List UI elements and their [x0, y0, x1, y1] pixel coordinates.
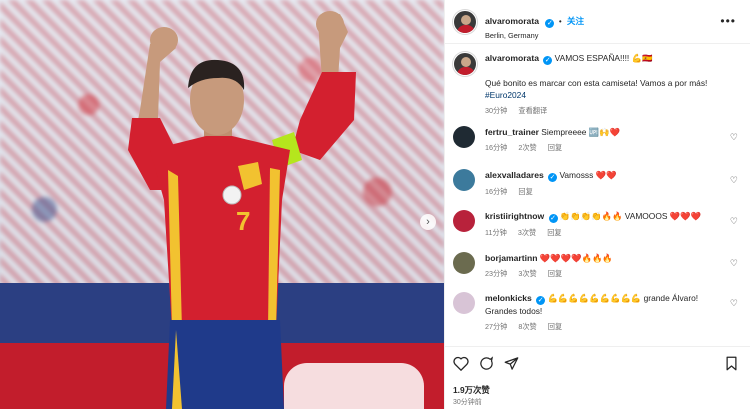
- comment-username[interactable]: borjamartinn: [485, 253, 538, 263]
- comment-avatar[interactable]: [453, 252, 475, 274]
- comment-item: alexvalladares ✓ Vamosss ❤️❤️ 16分钟 回复 ♡: [453, 169, 738, 203]
- comment-text: Siempreeee 🆙🙌❤️: [541, 127, 621, 137]
- verified-icon: ✓: [548, 173, 558, 182]
- send-icon: [504, 357, 519, 370]
- more-icon: •••: [720, 14, 736, 28]
- comment-like-button[interactable]: ♡: [730, 175, 738, 186]
- reply-button[interactable]: 回复: [518, 187, 532, 196]
- player-figure: [128, 11, 356, 409]
- comment-time: 23分钟: [485, 269, 508, 278]
- caption-username[interactable]: alvaromorata: [485, 53, 539, 63]
- reply-button[interactable]: 回复: [548, 269, 562, 278]
- see-translation-button[interactable]: 查看翻译: [518, 106, 547, 115]
- post-side-panel: alvaromorata ✓ • 关注 Berlin, Germany ••• …: [444, 0, 750, 409]
- comment-text: ❤️❤️❤️❤️🔥🔥🔥: [539, 253, 613, 263]
- heart-icon: ♡: [729, 258, 738, 268]
- comment-likes[interactable]: 3次赞: [518, 228, 536, 237]
- comment-time: 11分钟: [485, 228, 507, 237]
- caption-headline: VAMOS ESPAÑA!!!! 💪🇪🇸: [554, 53, 653, 63]
- reply-button[interactable]: 回复: [548, 322, 562, 331]
- follow-button[interactable]: 关注: [567, 16, 584, 26]
- caption-text: Qué bonito es marcar con esta camiseta! …: [485, 78, 708, 88]
- heart-icon: ♡: [729, 132, 738, 142]
- caption-time: 30分钟: [485, 106, 508, 115]
- comment-like-button[interactable]: ♡: [730, 216, 738, 227]
- author-avatar[interactable]: [453, 10, 477, 34]
- comment-likes[interactable]: 3次赞: [518, 269, 536, 278]
- share-button[interactable]: [504, 356, 519, 375]
- comment-icon: [480, 356, 494, 370]
- next-image-button[interactable]: ›: [420, 214, 436, 230]
- jersey-number: 7: [236, 206, 251, 236]
- comment-time: 16分钟: [485, 143, 508, 152]
- comment-time: 27分钟: [485, 322, 508, 331]
- comment-like-button[interactable]: ♡: [730, 132, 738, 143]
- post-actions: 1.9万次赞 30分钟前: [445, 346, 750, 409]
- post-timestamp: 30分钟前: [453, 399, 482, 406]
- comment-likes[interactable]: 8次赞: [518, 322, 536, 331]
- caption: alvaromorata ✓ VAMOS ESPAÑA!!!! 💪🇪🇸 Qué …: [453, 52, 738, 118]
- heart-icon: ♡: [729, 298, 738, 308]
- comment-text: 👏👏👏👏🔥🔥 VAMOOOS ❤️❤️❤️: [559, 211, 702, 221]
- comment-username[interactable]: alexvalladares: [485, 170, 544, 180]
- comment-avatar[interactable]: [453, 169, 475, 191]
- caption-avatar[interactable]: [453, 52, 477, 76]
- more-options-button[interactable]: •••: [720, 14, 736, 28]
- heart-icon: [453, 356, 469, 372]
- comment-username[interactable]: kristiirightnow: [485, 211, 544, 221]
- comment-button[interactable]: [479, 356, 494, 375]
- comment-item: kristiirightnow ✓ 👏👏👏👏🔥🔥 VAMOOOS ❤️❤️❤️ …: [453, 210, 738, 244]
- reply-button[interactable]: 回复: [547, 228, 561, 237]
- heart-icon: ♡: [729, 216, 738, 226]
- post-image[interactable]: 7 ›: [0, 0, 444, 409]
- comment-item: fertru_trainer Siempreeee 🆙🙌❤️ 16分钟 2次赞 …: [453, 126, 738, 160]
- comment-likes[interactable]: 2次赞: [518, 143, 536, 152]
- comment-avatar[interactable]: [453, 292, 475, 314]
- comment-avatar[interactable]: [453, 210, 475, 232]
- comment-item: melonkicks ✓ 💪💪💪💪💪💪💪💪💪 grande Álvaro! Gr…: [453, 292, 738, 338]
- like-count[interactable]: 1.9万次赞: [453, 384, 490, 396]
- comment-like-button[interactable]: ♡: [730, 258, 738, 269]
- comment-username[interactable]: fertru_trainer: [485, 127, 539, 137]
- heart-icon: ♡: [729, 175, 738, 185]
- verified-icon: ✓: [545, 19, 555, 28]
- post-header: alvaromorata ✓ • 关注 Berlin, Germany •••: [445, 0, 750, 44]
- comment-time: 16分钟: [485, 187, 508, 196]
- comment-avatar[interactable]: [453, 126, 475, 148]
- comment-text: Vamosss ❤️❤️: [559, 170, 617, 180]
- verified-icon: ✓: [548, 214, 558, 223]
- post-location[interactable]: Berlin, Germany: [485, 31, 584, 40]
- chevron-right-icon: ›: [426, 216, 430, 228]
- comment-username[interactable]: melonkicks: [485, 293, 532, 303]
- like-button[interactable]: [453, 356, 469, 375]
- reply-button[interactable]: 回复: [548, 143, 562, 152]
- verified-icon: ✓: [543, 56, 553, 65]
- comment-item: borjamartinn ❤️❤️❤️❤️🔥🔥🔥 23分钟 3次赞 回复 ♡: [453, 252, 738, 286]
- comment-like-button[interactable]: ♡: [730, 298, 738, 309]
- verified-icon: ✓: [536, 296, 546, 305]
- save-button[interactable]: [725, 356, 738, 375]
- bookmark-icon: [726, 356, 737, 371]
- author-username[interactable]: alvaromorata: [485, 16, 539, 26]
- caption-hashtag[interactable]: #Euro2024: [485, 89, 738, 101]
